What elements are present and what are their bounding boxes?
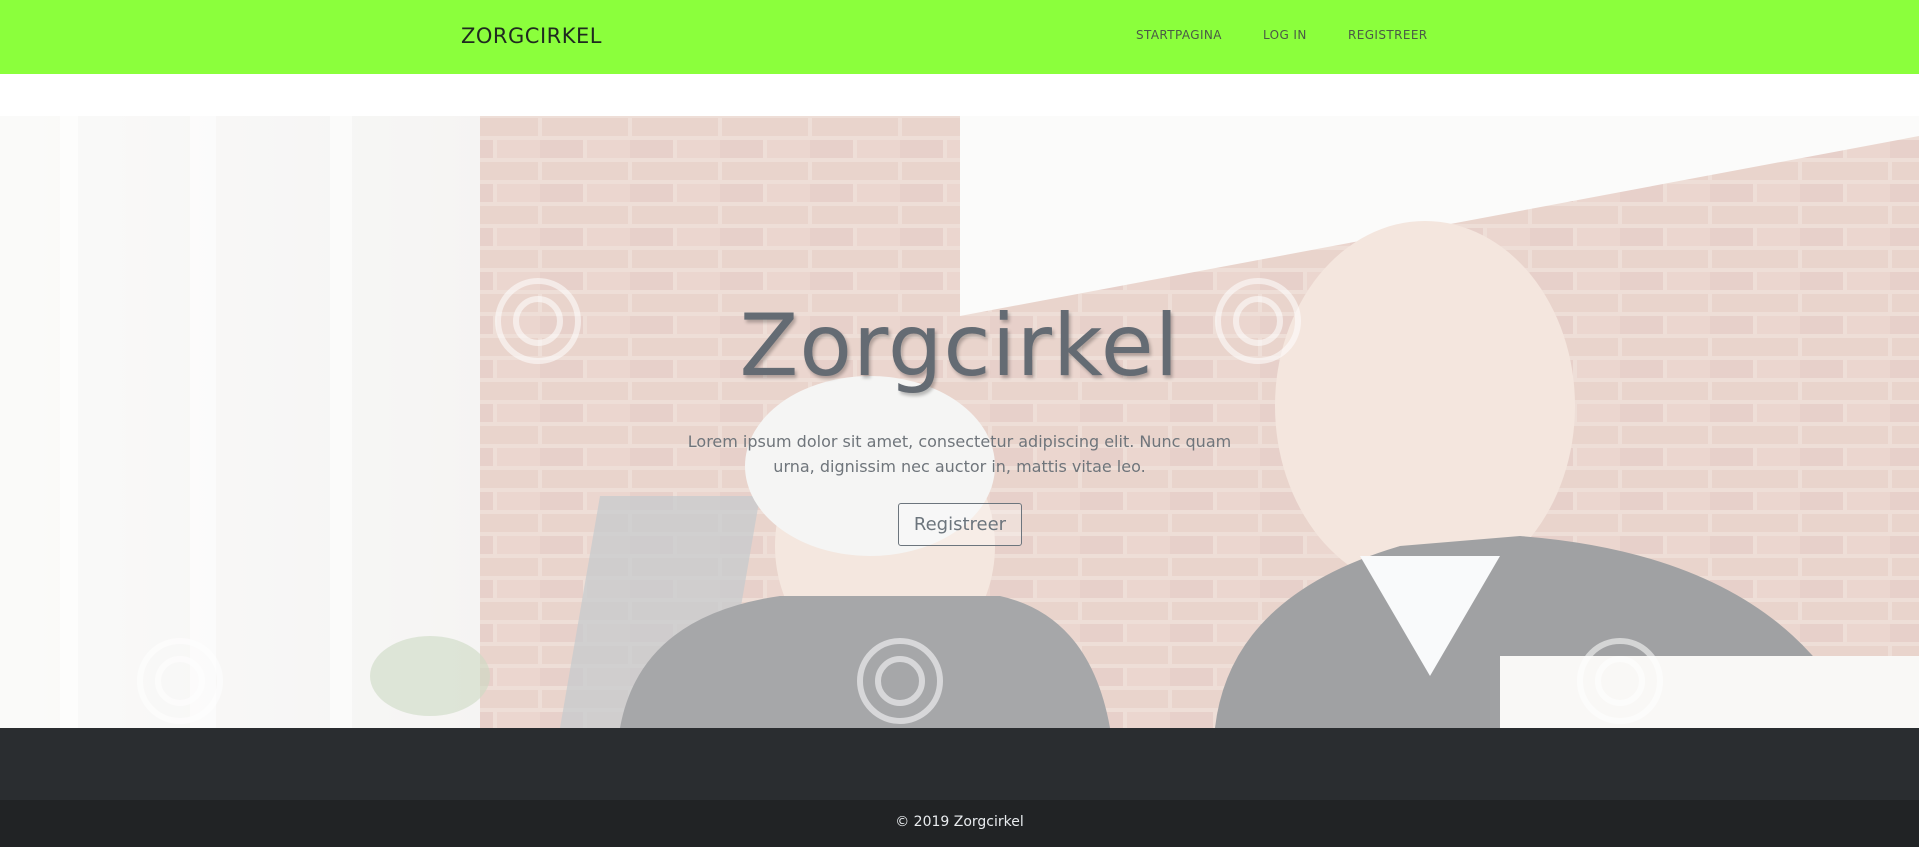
brand-logo-link[interactable]: ZORGCIRKEL (461, 24, 602, 48)
navbar: ZORGCIRKEL STARTPAGINA LOG IN REGISTREER (0, 0, 1919, 74)
footer-upper-band (0, 728, 1919, 800)
register-button[interactable]: Registreer (898, 503, 1022, 546)
hero-lead-text: Lorem ipsum dolor sit amet, consectetur … (0, 429, 1919, 479)
hero-lead-line-1: Lorem ipsum dolor sit amet, consectetur … (687, 432, 1232, 451)
copyright-text: © 2019 Zorgcirkel (895, 814, 1024, 830)
nav-link-registreer[interactable]: REGISTREER (1348, 28, 1428, 42)
hero-lead-line-2: urna, dignissim nec auctor in, mattis vi… (773, 457, 1146, 476)
hero-overlay (0, 116, 1919, 728)
nav-link-log-in[interactable]: LOG IN (1263, 28, 1307, 42)
hero-section: Zorgcirkel Lorem ipsum dolor sit amet, c… (0, 116, 1919, 728)
nav-link-startpagina[interactable]: STARTPAGINA (1136, 28, 1222, 42)
hero-title: Zorgcirkel (739, 296, 1180, 396)
footer: © 2019 Zorgcirkel (0, 800, 1919, 847)
